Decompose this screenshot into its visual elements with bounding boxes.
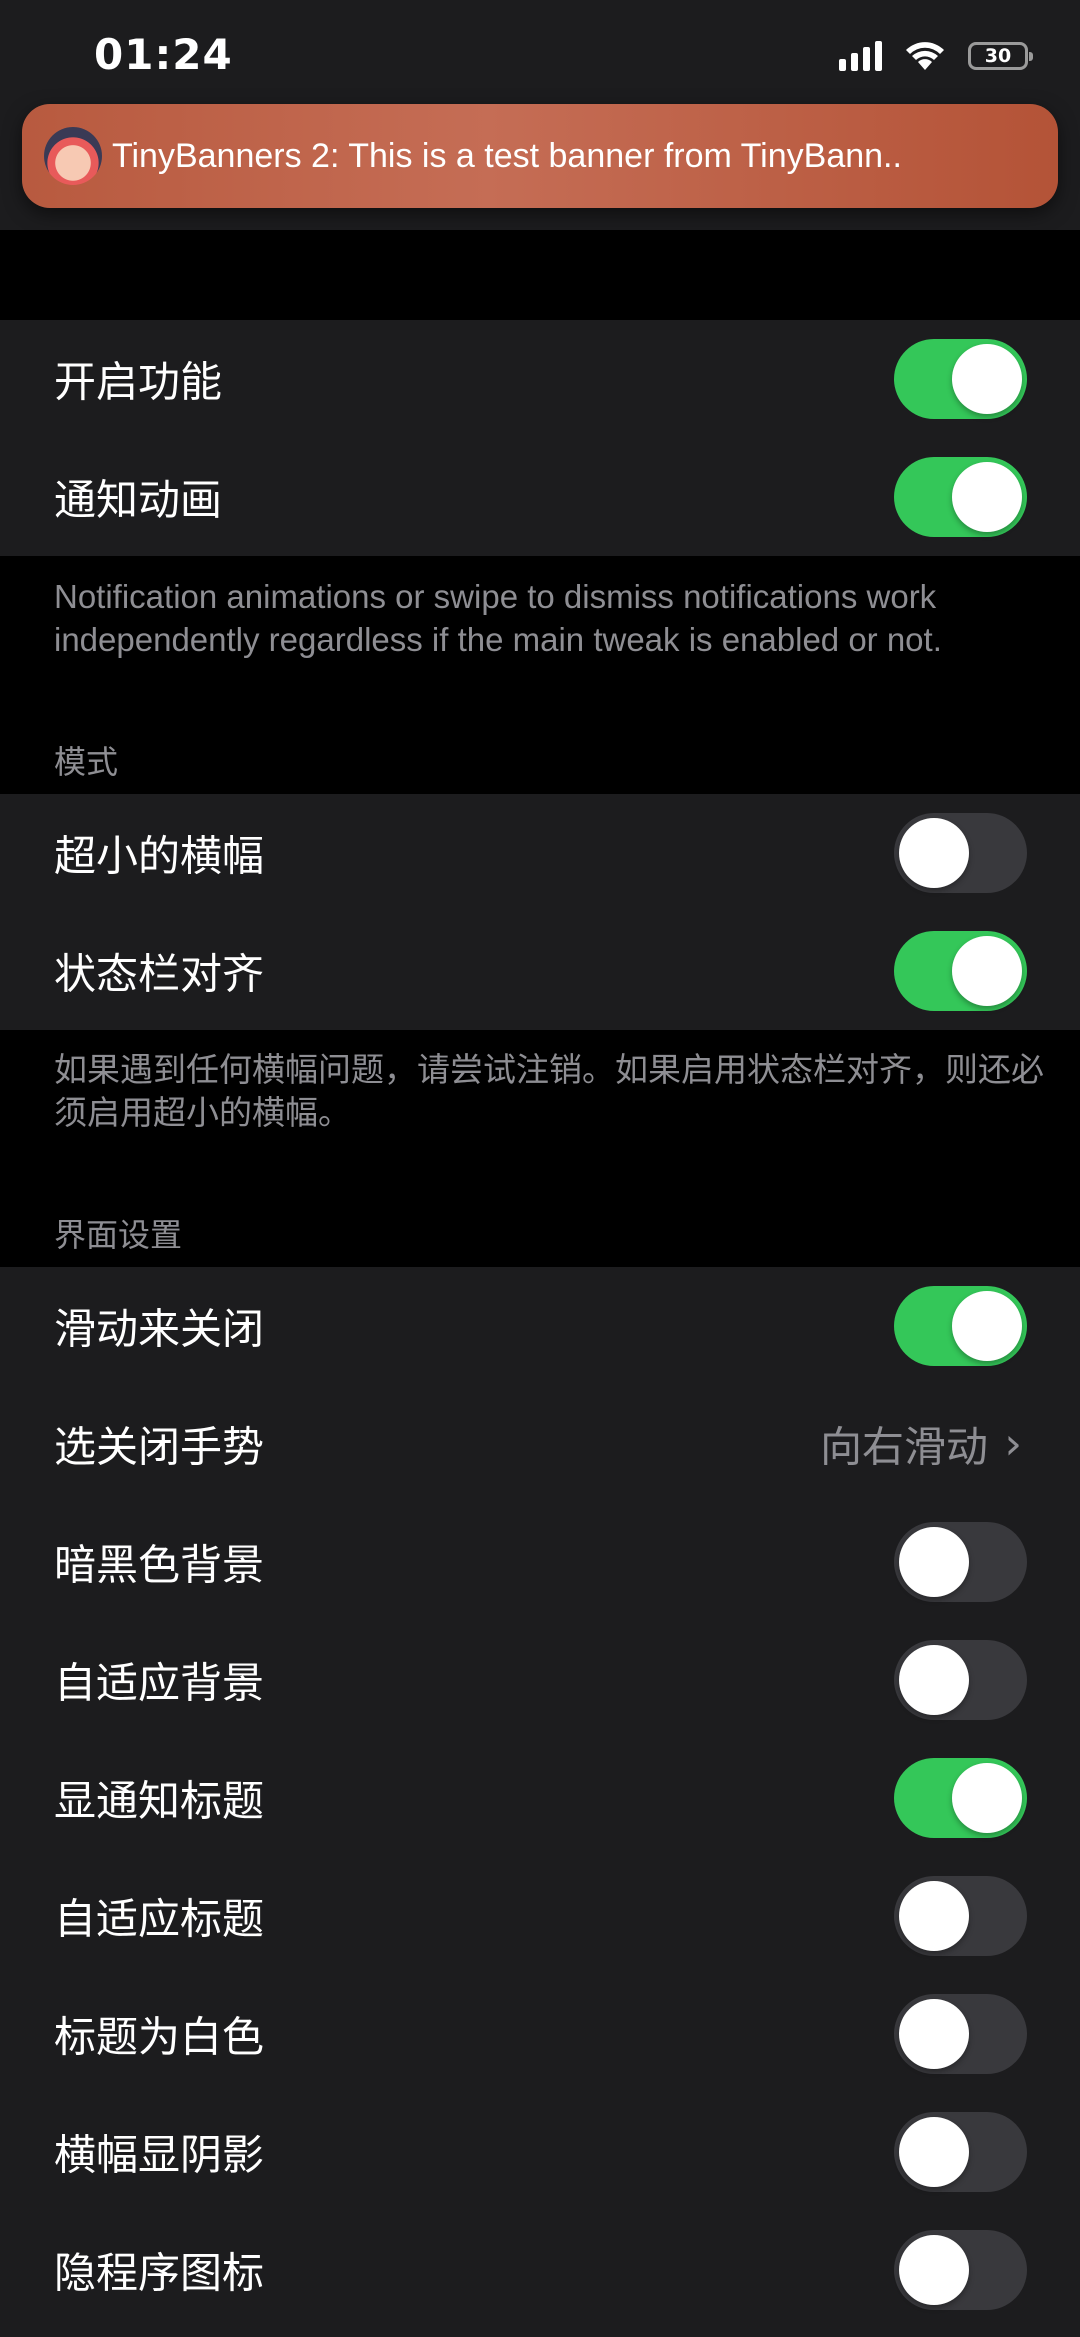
- row-show-title: 显通知标题: [0, 1739, 1080, 1857]
- section-main: 开启功能 通知动画: [0, 320, 1080, 556]
- row-swipe-dismiss: 滑动来关闭: [0, 1267, 1080, 1385]
- swipe-dismiss-toggle[interactable]: [894, 1286, 1027, 1366]
- row-banner-shadow: 横幅显阴影: [0, 2093, 1080, 2211]
- chevron-right-icon: ›: [1004, 1418, 1022, 1470]
- row-dark-background: 暗黑色背景: [0, 1503, 1080, 1621]
- battery-level: 30: [984, 45, 1012, 67]
- signal-icon: [839, 41, 882, 71]
- toggle-knob: [899, 2235, 969, 2305]
- statusbar-align-toggle[interactable]: [894, 931, 1027, 1011]
- toggle-knob: [899, 1645, 969, 1715]
- enable-toggle[interactable]: [894, 339, 1027, 419]
- wifi-icon: [906, 42, 944, 70]
- row-label: 通知动画: [54, 475, 223, 525]
- row-label: 暗黑色背景: [54, 1540, 265, 1590]
- row-label: 自适应背景: [54, 1658, 265, 1708]
- notification-banner[interactable]: TinyBanners 2: This is a test banner fro…: [22, 104, 1058, 208]
- row-adaptive-background: 自适应背景: [0, 1621, 1080, 1739]
- row-label: 状态栏对齐: [54, 949, 265, 999]
- row-tiny-banner: 超小的横幅: [0, 794, 1080, 912]
- toggle-knob: [952, 344, 1022, 414]
- animation-toggle[interactable]: [894, 457, 1027, 537]
- toggle-knob: [899, 1527, 969, 1597]
- white-title-toggle[interactable]: [894, 1994, 1027, 2074]
- adaptive-background-toggle[interactable]: [894, 1640, 1027, 1720]
- show-title-toggle[interactable]: [894, 1758, 1027, 1838]
- row-hide-app-icon: 隐程序图标: [0, 2211, 1080, 2329]
- banner-shadow-toggle[interactable]: [894, 2112, 1027, 2192]
- status-time: 01:24: [94, 30, 233, 79]
- toggle-knob: [952, 1291, 1022, 1361]
- toggle-knob: [899, 2117, 969, 2187]
- row-label: 自适应标题: [54, 1894, 265, 1944]
- toggle-knob: [952, 462, 1022, 532]
- row-white-title: 标题为白色: [0, 1975, 1080, 2093]
- row-label: 选关闭手势: [54, 1422, 265, 1472]
- row-label: 滑动来关闭: [54, 1304, 265, 1354]
- toggle-knob: [899, 1881, 969, 1951]
- row-label: 显通知标题: [54, 1776, 265, 1826]
- row-statusbar-align: 状态栏对齐: [0, 912, 1080, 1030]
- section-ui-header: 界面设置: [54, 1216, 183, 1254]
- section-mode: 超小的横幅 状态栏对齐: [0, 794, 1080, 1030]
- row-dismiss-gesture[interactable]: 选关闭手势 向右滑动 ›: [0, 1385, 1080, 1503]
- status-bar: 01:24 30: [0, 0, 1080, 100]
- row-adaptive-title: 自适应标题: [0, 1857, 1080, 1975]
- row-label: 横幅显阴影: [54, 2130, 265, 2180]
- app-avatar-icon: [44, 127, 102, 185]
- toggle-knob: [899, 1999, 969, 2069]
- section-mode-header: 模式: [54, 743, 119, 781]
- adaptive-title-toggle[interactable]: [894, 1876, 1027, 1956]
- section-ui: 滑动来关闭 选关闭手势 向右滑动 › 暗黑色背景 自适应背景 显通知标题 自适应…: [0, 1267, 1080, 2337]
- row-label: 标题为白色: [54, 2012, 265, 2062]
- toggle-knob: [952, 936, 1022, 1006]
- battery-icon: 30: [968, 42, 1033, 70]
- section-mode-footer: 如果遇到任何横幅问题，请尝试注销。如果启用状态栏对齐，则还必须启用超小的横幅。: [54, 1051, 1044, 1131]
- hide-app-icon-toggle[interactable]: [894, 2230, 1027, 2310]
- toggle-knob: [952, 1763, 1022, 1833]
- toggle-knob: [899, 818, 969, 888]
- row-enable: 开启功能: [0, 320, 1080, 438]
- section-main-footer: Notification animations or swipe to dism…: [54, 578, 942, 658]
- status-icons: 30: [839, 38, 1033, 74]
- banner-text: TinyBanners 2: This is a test banner fro…: [112, 136, 902, 175]
- dark-background-toggle[interactable]: [894, 1522, 1027, 1602]
- row-label: 超小的横幅: [54, 831, 265, 881]
- row-label: 隐程序图标: [54, 2248, 265, 2298]
- tiny-banner-toggle[interactable]: [894, 813, 1027, 893]
- row-notification-animation: 通知动画: [0, 438, 1080, 556]
- dismiss-gesture-value: 向右滑动: [819, 1422, 988, 1472]
- row-label: 开启功能: [54, 357, 223, 407]
